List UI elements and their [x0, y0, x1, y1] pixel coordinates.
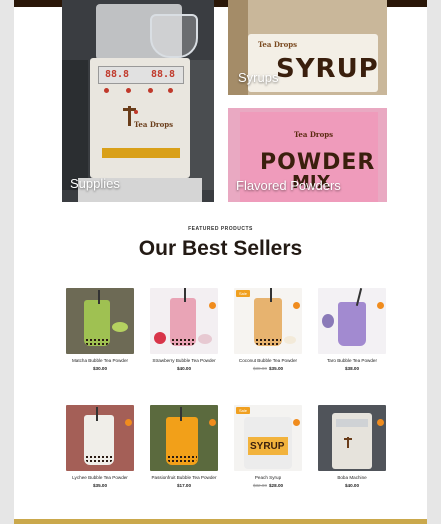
product-price: $38.00 $35.00 [228, 366, 308, 371]
powder-bowl [198, 334, 212, 344]
product-image[interactable] [150, 288, 218, 354]
product-image[interactable] [66, 405, 134, 471]
product-name[interactable]: Passionfruit Bubble Tea Powder [146, 475, 222, 480]
product-name[interactable]: Strawberry Bubble Tea Powder [146, 358, 222, 363]
footer-bar [14, 519, 427, 524]
section-eyebrow: FEATURED PRODUCTS [188, 226, 253, 232]
product-name[interactable]: Boba Machine [314, 475, 390, 480]
product-image[interactable] [150, 405, 218, 471]
machine-brand-text: Tea Drops [134, 120, 174, 129]
tapioca-pearls [167, 455, 197, 463]
add-to-cart-icon[interactable] [293, 419, 300, 426]
machine-button [168, 88, 173, 93]
taro-slice [322, 314, 334, 328]
sale-badge: Sale [236, 290, 251, 297]
machine-arm-right [190, 60, 214, 190]
tapioca-pearls [85, 455, 113, 463]
left-margin [0, 0, 14, 524]
product-price: $40.00 [312, 483, 392, 488]
product-price-value: $35.00 [92, 483, 108, 488]
add-to-cart-icon[interactable] [209, 302, 216, 309]
add-to-cart-icon[interactable] [377, 419, 384, 426]
matcha-bowl [112, 322, 128, 332]
machine-display-right: 88.8 [151, 69, 176, 80]
category-label-flavored-powders: Flavored Powders [236, 178, 341, 193]
tapioca-pearls [171, 338, 195, 346]
drink-glass [338, 302, 366, 346]
sealer-cup [150, 14, 198, 58]
strawberry [154, 332, 166, 344]
product-name[interactable]: Matcha Bubble Tea Powder [62, 358, 138, 363]
machine-display: 88.8 88.8 [98, 66, 184, 84]
straw [184, 288, 186, 302]
category-syrups[interactable]: Tea Drops SYRUP Syrups [228, 0, 387, 95]
product-old-price: $38.00 [252, 366, 267, 371]
machine-button [148, 88, 153, 93]
product-price-value: $28.00 [269, 483, 284, 488]
straw [98, 290, 100, 304]
product-price: $40.00 [144, 366, 224, 371]
product-name[interactable]: Lychee Bubble Tea Powder [62, 475, 138, 480]
product-old-price: $32.00 [252, 483, 267, 488]
sealer-machine-image: 88.8 88.8 Tea Drops [90, 58, 190, 178]
product-price: $35.00 [60, 483, 140, 488]
machine-button [104, 88, 109, 93]
category-label-syrups: Syrups [238, 70, 279, 85]
product-price-value: $38.00 [344, 366, 360, 371]
peach-syrup-label-text: SYRUP [250, 441, 285, 452]
add-to-cart-icon[interactable] [209, 419, 216, 426]
straw [180, 407, 182, 421]
machine-top [96, 4, 198, 60]
straw [96, 407, 98, 421]
straw [270, 288, 272, 302]
add-to-cart-icon[interactable] [293, 302, 300, 309]
right-margin [427, 0, 441, 524]
product-image[interactable]: SYRUP [234, 405, 302, 471]
category-supplies[interactable]: 88.8 88.8 Tea Drops Supplies [62, 0, 214, 202]
syrup-brand-text: Tea Drops [258, 40, 298, 49]
product-price-value: $35.00 [269, 366, 284, 371]
category-flavored-powders[interactable]: Tea Drops POWDER MIX Flavored Powders [228, 108, 387, 202]
product-name[interactable]: Coconut Bubble Tea Powder [230, 358, 306, 363]
tea-drops-logo-icon [344, 437, 352, 448]
product-image[interactable] [318, 405, 386, 471]
product-price: $30.00 [60, 366, 140, 371]
product-price-value: $40.00 [176, 366, 192, 371]
product-price: $17.00 [144, 483, 224, 488]
product-price: $38.00 [312, 366, 392, 371]
product-price: $32.00 $28.00 [228, 483, 308, 488]
powder-brand-text: Tea Drops [294, 130, 334, 139]
machine-display-left: 88.8 [105, 69, 130, 80]
product-name[interactable]: Taro Bubble Tea Powder [314, 358, 390, 363]
coconut [284, 336, 296, 344]
section-title: Our Best Sellers [138, 237, 303, 260]
warning-sticker [102, 148, 180, 158]
add-to-cart-icon[interactable] [125, 419, 132, 426]
boba-machine-display [336, 419, 368, 427]
machine-button [126, 88, 131, 93]
tapioca-pearls [85, 338, 109, 346]
product-image[interactable] [318, 288, 386, 354]
product-price-value: $17.00 [176, 483, 192, 488]
syrup-label-text: SYRUP [276, 54, 379, 84]
tapioca-pearls [255, 338, 281, 346]
product-price-value: $40.00 [344, 483, 360, 488]
product-image[interactable] [66, 288, 134, 354]
category-label-supplies: Supplies [70, 176, 120, 191]
product-price-value: $30.00 [92, 366, 108, 371]
product-name[interactable]: Peach Syrup [230, 475, 306, 480]
machine-arm-left [62, 60, 88, 190]
product-image[interactable] [234, 288, 302, 354]
add-to-cart-icon[interactable] [377, 302, 384, 309]
page: 88.8 88.8 Tea Drops Supplies Tea Drops S… [14, 0, 427, 524]
sale-badge: Sale [236, 407, 251, 414]
